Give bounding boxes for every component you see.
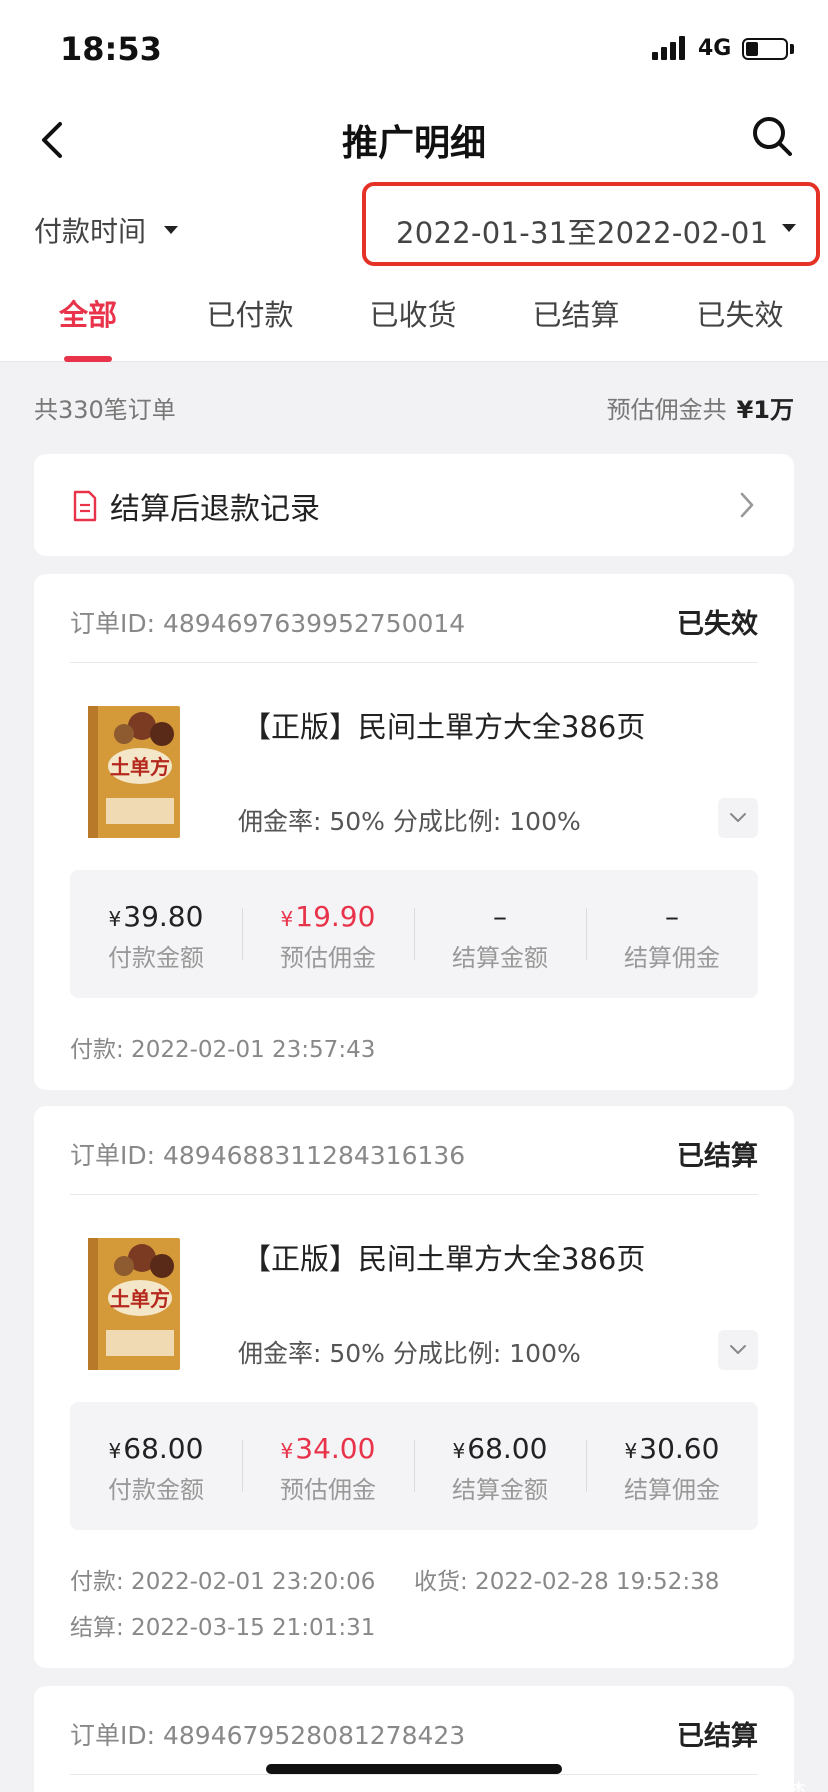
chevron-down-icon — [782, 224, 796, 232]
settle-time: 结算: 2022-03-15 21:01:31 — [70, 1615, 376, 1641]
book-cover-title: 土单方 — [110, 755, 170, 779]
commission-rate: 佣金率: 50% 分成比例: 100% — [238, 1339, 581, 1368]
tab-active-indicator — [64, 356, 112, 362]
amount-value: 68.00 — [467, 1432, 548, 1465]
document-icon — [73, 490, 97, 522]
status-bar: 18:53 4G — [0, 0, 828, 100]
expand-button[interactable] — [718, 798, 758, 838]
divider — [70, 1194, 758, 1195]
chevron-down-icon — [730, 1345, 746, 1354]
order-count: 共330笔订单 — [34, 396, 176, 424]
signal-icon — [652, 36, 686, 60]
order-status: 已失效 — [677, 609, 758, 640]
amount-value: 19.90 — [295, 900, 376, 933]
amount-value: – — [665, 900, 679, 933]
order-status: 已结算 — [677, 1141, 758, 1172]
tab-all[interactable]: 全部 — [18, 292, 158, 334]
amount-value: 68.00 — [123, 1432, 204, 1465]
order-id: 订单ID: 4894688311284316136 — [70, 1141, 466, 1170]
order-card[interactable]: 订单ID: 4894688311284316136 已结算 土单方 【正版】民间… — [34, 1106, 794, 1668]
tab-settled[interactable]: 已结算 — [506, 292, 646, 334]
amount-payment: ¥39.80 付款金额 — [70, 898, 242, 973]
battery-icon — [742, 38, 788, 60]
search-icon[interactable] — [748, 112, 796, 160]
amount-estimated-commission: ¥34.00 预估佣金 — [242, 1430, 414, 1505]
summary: 共330笔订单 预估佣金共 ¥1万 — [34, 390, 794, 426]
filter-bar: 付款时间 2022-01-31至2022-02-01 — [0, 180, 828, 270]
amount-label: 结算佣金 — [624, 1476, 720, 1504]
divider — [70, 662, 758, 663]
order-card[interactable]: 订单ID: 4894697639952750014 已失效 土单方 【正版】民间… — [34, 574, 794, 1090]
amount-settlement-commission: ¥30.60 结算佣金 — [586, 1430, 758, 1505]
amount-value: – — [493, 900, 507, 933]
amount-value: 30.60 — [639, 1432, 720, 1465]
watermark: 知乎 @云梦 — [678, 1774, 806, 1792]
amount-label: 付款金额 — [108, 1476, 204, 1504]
product-thumbnail[interactable]: 土单方 — [82, 1236, 186, 1372]
amount-label: 结算金额 — [452, 1476, 548, 1504]
chevron-right-icon — [740, 492, 754, 518]
amount-value: 34.00 — [295, 1432, 376, 1465]
receive-time: 收货: 2022-02-28 19:52:38 — [414, 1569, 720, 1595]
amount-panel: ¥68.00 付款金额 ¥34.00 预估佣金 ¥68.00 结算金额 ¥30.… — [70, 1402, 758, 1530]
payment-time: 付款: 2022-02-01 23:57:43 — [70, 1037, 376, 1063]
order-id: 订单ID: 4894679528081278423 — [70, 1721, 466, 1750]
amount-estimated-commission: ¥19.90 预估佣金 — [242, 898, 414, 973]
nav-bar: 推广明细 — [0, 100, 828, 180]
commission-rate: 佣金率: 50% 分成比例: 100% — [238, 807, 581, 836]
commission-value: ¥1万 — [736, 396, 794, 424]
tab-received[interactable]: 已收货 — [343, 292, 483, 334]
order-status: 已结算 — [677, 1721, 758, 1752]
battery-tip — [790, 44, 794, 54]
home-indicator[interactable] — [266, 1764, 562, 1774]
amount-label: 结算佣金 — [624, 944, 720, 972]
tab-invalid[interactable]: 已失效 — [670, 292, 810, 334]
amount-settlement: – 结算金额 — [414, 898, 586, 973]
amount-panel: ¥39.80 付款金额 ¥19.90 预估佣金 – 结算金额 – 结算佣金 — [70, 870, 758, 998]
amount-settlement-commission: – 结算佣金 — [586, 898, 758, 973]
tab-paid[interactable]: 已付款 — [180, 292, 320, 334]
chevron-down-icon — [730, 813, 746, 822]
book-cover-title: 土单方 — [110, 1287, 170, 1311]
amount-label: 预估佣金 — [280, 944, 376, 972]
amount-value: 39.80 — [123, 900, 204, 933]
status-time: 18:53 — [60, 30, 162, 68]
product-thumbnail[interactable]: 土单方 — [82, 704, 186, 840]
commission-label: 预估佣金共 — [606, 396, 727, 424]
product-title[interactable]: 【正版】民间土單方大全386页 — [242, 1236, 645, 1278]
order-id: 订单ID: 4894697639952750014 — [70, 609, 466, 638]
amount-label: 预估佣金 — [280, 1476, 376, 1504]
amount-label: 付款金额 — [108, 944, 204, 972]
tab-bar: 全部 已付款 已收货 已结算 已失效 — [0, 270, 828, 362]
amount-label: 结算金额 — [452, 944, 548, 972]
refund-record-link[interactable]: 结算后退款记录 — [34, 454, 794, 556]
filter-label: 付款时间 — [34, 215, 147, 248]
amount-settlement: ¥68.00 结算金额 — [414, 1430, 586, 1505]
divider — [70, 1774, 758, 1775]
product-title[interactable]: 【正版】民间土單方大全386页 — [242, 704, 645, 746]
chevron-down-icon — [164, 226, 178, 234]
estimated-commission: 预估佣金共 ¥1万 — [607, 390, 794, 425]
date-range-text: 2022-01-31至2022-02-01 — [396, 216, 769, 250]
payment-time: 付款: 2022-02-01 23:20:06 — [70, 1569, 376, 1595]
date-range-selector[interactable]: 2022-01-31至2022-02-01 — [362, 182, 820, 266]
refund-record-label: 结算后退款记录 — [110, 492, 320, 527]
expand-button[interactable] — [718, 1330, 758, 1370]
network-type: 4G — [698, 36, 732, 61]
page-title: 推广明细 — [341, 123, 486, 164]
amount-payment: ¥68.00 付款金额 — [70, 1430, 242, 1505]
